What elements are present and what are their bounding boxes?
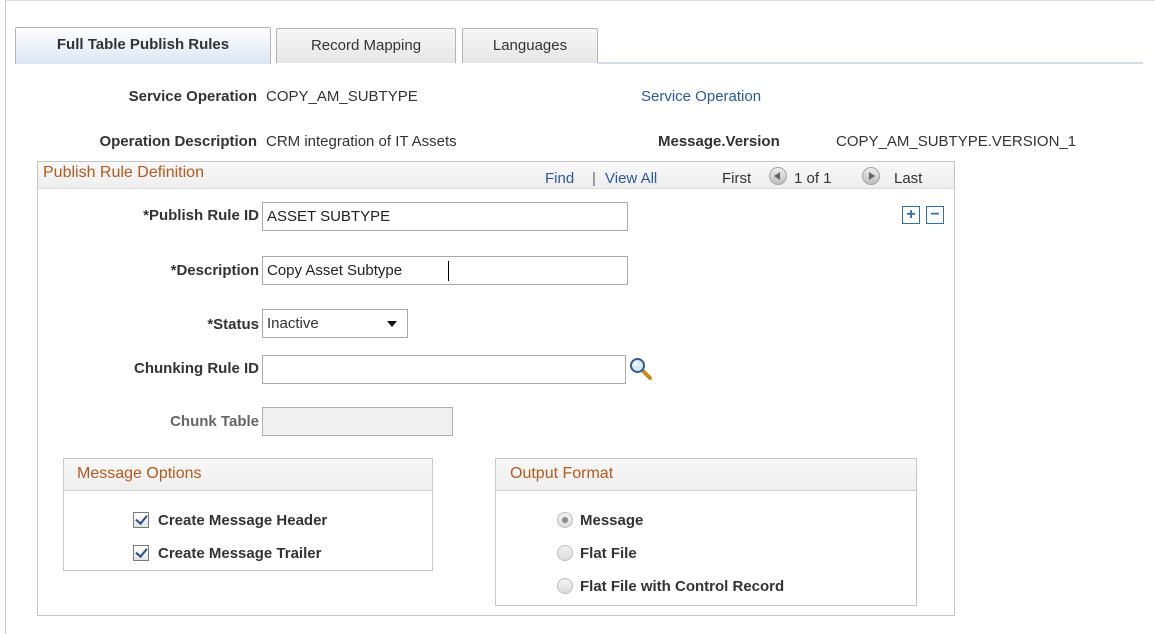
output-format-flat-file-radio[interactable]	[557, 545, 573, 561]
publish-rule-id-label: *Publish Rule ID	[143, 207, 259, 224]
status-select[interactable]: Inactive	[262, 309, 408, 338]
chunk-table-label: Chunk Table	[170, 413, 259, 430]
create-message-header-checkbox[interactable]	[133, 512, 149, 528]
last-label: Last	[894, 170, 923, 187]
previous-row-icon[interactable]	[769, 167, 787, 185]
delete-row-button[interactable]: −	[926, 206, 944, 224]
chunk-table-input	[262, 407, 453, 436]
service-operation-link[interactable]: Service Operation	[641, 88, 761, 105]
description-input[interactable]: Copy Asset Subtype	[262, 256, 628, 285]
output-format-message-label: Message	[580, 512, 644, 529]
message-version-label: Message.Version	[658, 133, 780, 150]
operation-description-value: CRM integration of IT Assets	[266, 133, 457, 150]
tab-languages[interactable]: Languages	[462, 28, 598, 63]
message-version-value: COPY_AM_SUBTYPE.VERSION_1	[836, 133, 1077, 150]
status-selected-value: Inactive	[267, 315, 319, 332]
description-label: *Description	[170, 262, 259, 279]
output-format-flat-file-label: Flat File	[580, 545, 637, 562]
top-border	[5, 0, 1155, 1]
publish-rule-definition-title: Publish Rule Definition	[43, 164, 204, 181]
operation-description-label: Operation Description	[99, 133, 257, 150]
find-link[interactable]: Find	[545, 170, 574, 187]
chunking-rule-id-input[interactable]	[262, 355, 626, 384]
message-options-title: Message Options	[77, 465, 202, 482]
output-format-message-radio[interactable]	[557, 512, 573, 528]
tab-strip-underline	[598, 62, 1143, 64]
add-row-button[interactable]: +	[902, 206, 920, 224]
chunking-rule-id-label: Chunking Rule ID	[134, 360, 259, 377]
left-border	[5, 0, 6, 634]
next-row-icon[interactable]	[862, 167, 880, 185]
service-operation-label: Service Operation	[128, 88, 257, 105]
publish-rule-id-input[interactable]: ASSET SUBTYPE	[262, 202, 628, 231]
chevron-down-icon	[387, 321, 397, 327]
service-operation-value: COPY_AM_SUBTYPE	[266, 88, 418, 105]
output-format-flat-file-control-label: Flat File with Control Record	[580, 578, 785, 595]
output-format-flat-file-control-radio[interactable]	[557, 578, 573, 594]
status-label: *Status	[207, 316, 259, 333]
search-icon[interactable]	[629, 357, 653, 381]
tab-full-table-publish-rules[interactable]: Full Table Publish Rules	[15, 27, 271, 64]
create-message-header-label: Create Message Header	[158, 512, 328, 529]
row-counter: 1 of 1	[794, 170, 832, 187]
nav-separator: |	[592, 170, 596, 187]
create-message-trailer-label: Create Message Trailer	[158, 545, 322, 562]
text-cursor	[448, 261, 449, 281]
output-format-title: Output Format	[510, 465, 614, 482]
tab-record-mapping[interactable]: Record Mapping	[276, 28, 456, 63]
create-message-trailer-checkbox[interactable]	[133, 545, 149, 561]
view-all-link[interactable]: View All	[605, 170, 657, 187]
first-label: First	[722, 170, 752, 187]
